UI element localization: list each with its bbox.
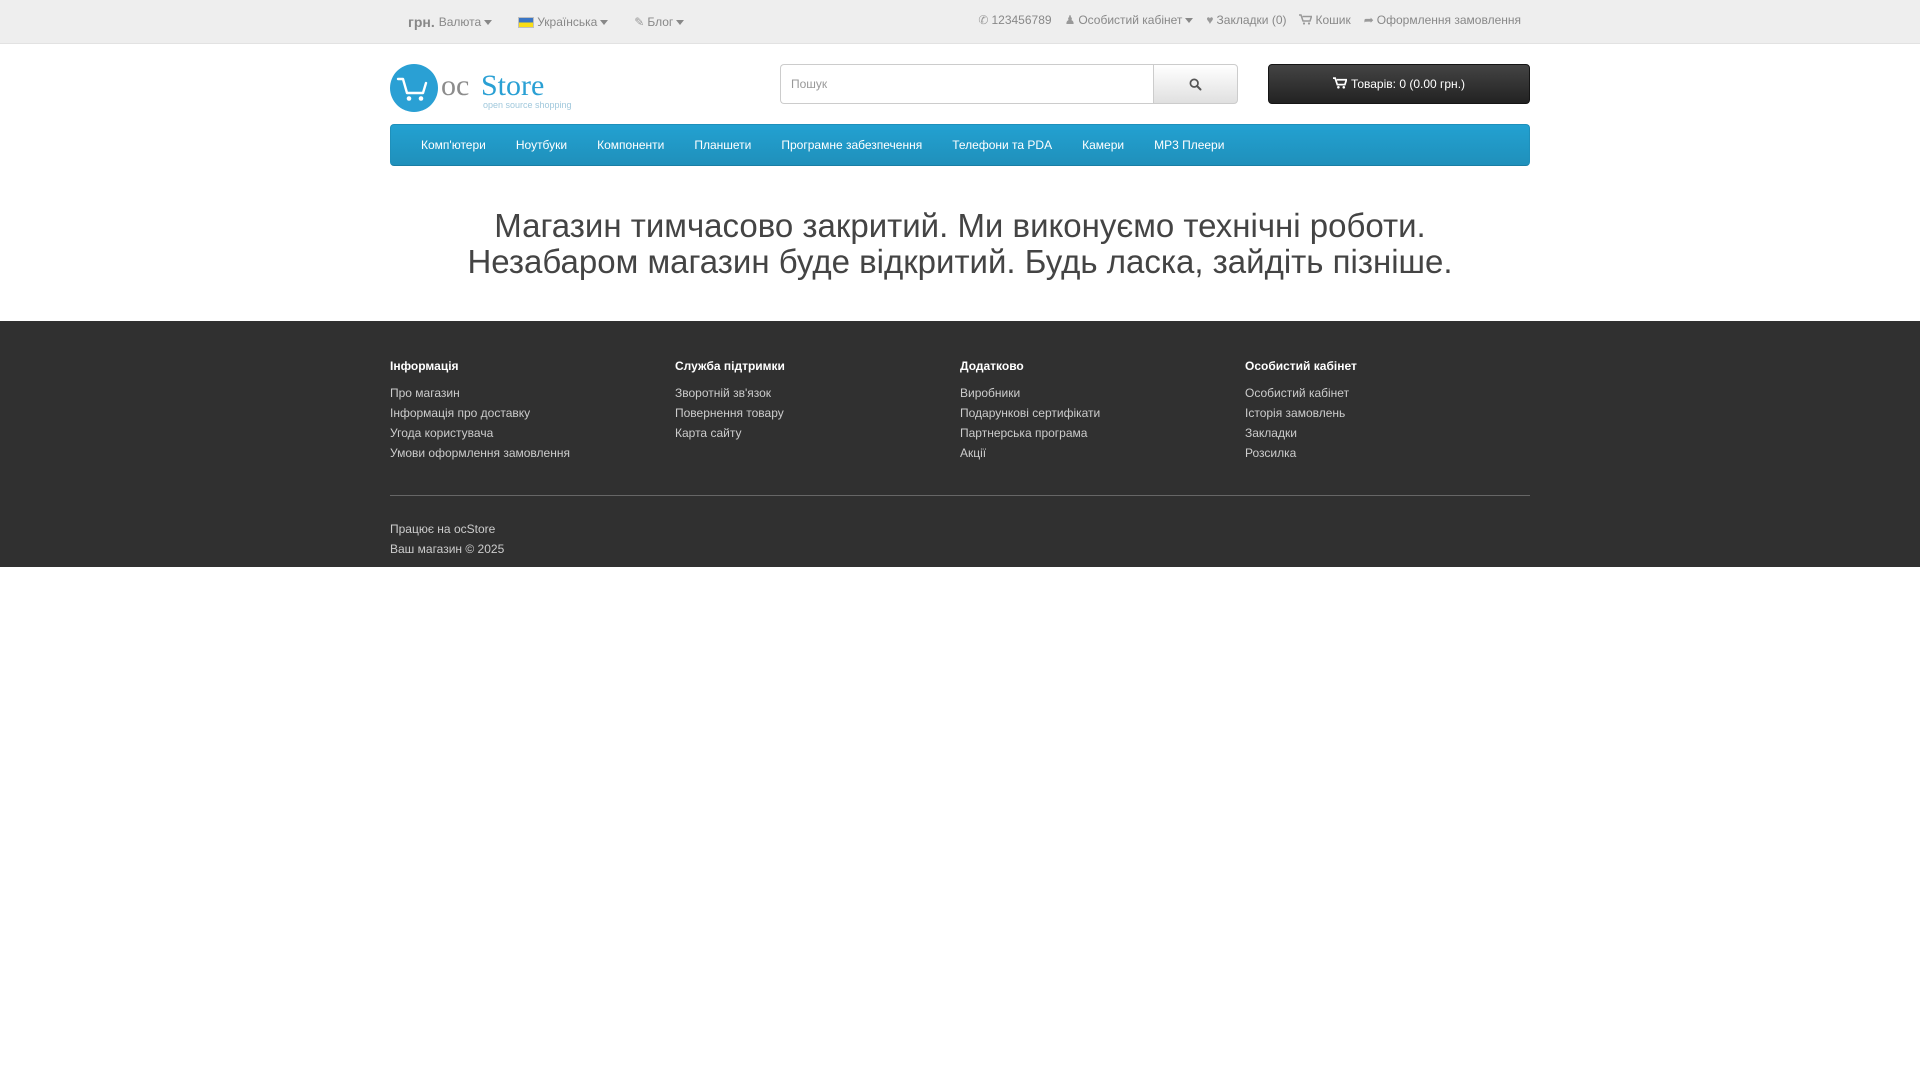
- cart-link[interactable]: Кошик: [1299, 13, 1351, 27]
- logo-text-store: Store: [481, 69, 544, 102]
- phone-link[interactable]: ✆ 123456789: [978, 13, 1051, 27]
- account-label: Особистий кабінет: [1078, 13, 1183, 27]
- footer-column-title: Особистий кабінет: [1245, 359, 1357, 373]
- store-logo[interactable]: oc Store open source shopping: [390, 63, 590, 115]
- language-dropdown[interactable]: Українська: [518, 15, 609, 29]
- checkout-link[interactable]: ➦ Оформлення замовлення: [1364, 13, 1521, 27]
- caret-down-icon: [600, 19, 609, 25]
- search-input[interactable]: [780, 64, 1153, 104]
- menu-item-tablets[interactable]: Планшети: [679, 125, 766, 165]
- blog-dropdown[interactable]: ✎ Блог: [634, 15, 685, 29]
- shopping-cart-icon: [1332, 76, 1348, 92]
- account-dropdown[interactable]: ♟ Особистий кабінет: [1065, 13, 1194, 27]
- menu-item-computers[interactable]: Комп'ютери: [406, 125, 501, 165]
- currency-label: Валюта: [438, 15, 482, 29]
- pencil-icon: ✎: [634, 15, 645, 29]
- footer-link[interactable]: Карта сайту: [675, 426, 741, 440]
- cart-button-label: Товарів: 0 (0.00 грн.): [1350, 77, 1466, 91]
- cart-button[interactable]: Товарів: 0 (0.00 грн.): [1268, 64, 1530, 104]
- phone-number: 123456789: [991, 13, 1052, 27]
- footer-link[interactable]: Інформація про доставку: [390, 406, 530, 420]
- ocstore-link[interactable]: ocStore: [454, 522, 495, 536]
- currency-dropdown[interactable]: грн. Валюта: [408, 14, 493, 30]
- share-icon: ➦: [1363, 13, 1374, 27]
- search-icon: [1189, 78, 1202, 90]
- menu-item-phones[interactable]: Телефони та PDA: [937, 125, 1067, 165]
- footer-column-account: Особистий кабінет Особистий кабінет Істо…: [1245, 359, 1530, 463]
- footer-link[interactable]: Історія замовлень: [1245, 406, 1345, 420]
- footer-link[interactable]: Зворотній зв'язок: [675, 386, 771, 400]
- user-icon: ♟: [1064, 13, 1076, 27]
- copyright: Ваш магазин © 2025: [390, 542, 505, 556]
- search-button[interactable]: [1153, 64, 1238, 104]
- logo-graphic: oc Store open source shopping: [390, 64, 572, 112]
- powered-by: Працює на ocStore Ваш магазин © 2025: [390, 519, 504, 559]
- caret-down-icon: [1185, 17, 1194, 23]
- menu-item-software[interactable]: Програмне забезпечення: [766, 125, 937, 165]
- caret-down-icon: [484, 19, 493, 25]
- caret-down-icon: [676, 19, 685, 25]
- footer-link[interactable]: Партнерська програма: [960, 426, 1087, 440]
- footer-link[interactable]: Про магазин: [390, 386, 460, 400]
- heart-icon: ♥: [1206, 13, 1214, 27]
- footer-column-support: Служба підтримки Зворотній зв'язок Повер…: [675, 359, 960, 463]
- shopping-cart-icon: [1299, 13, 1314, 27]
- blog-label: Блог: [647, 15, 674, 29]
- footer-column-title: Додатково: [960, 359, 1024, 373]
- footer-column-title: Служба підтримки: [675, 359, 785, 373]
- footer: Інформація Про магазин Інформація про до…: [0, 321, 1920, 567]
- footer-link[interactable]: Подарункові сертифікати: [960, 406, 1100, 420]
- footer-link[interactable]: Розсилка: [1245, 446, 1296, 460]
- top-bar: грн. Валюта Українська ✎ Блог ✆ 12345678…: [0, 0, 1920, 44]
- header: oc Store open source shopping Товарів: 0…: [0, 44, 1920, 166]
- footer-link[interactable]: Виробники: [960, 386, 1020, 400]
- language-label: Українська: [537, 15, 598, 29]
- search-bar: [780, 64, 1238, 104]
- powered-prefix: Працює на: [390, 522, 451, 536]
- footer-link[interactable]: Особистий кабінет: [1245, 386, 1349, 400]
- footer-link[interactable]: Угода користувача: [390, 426, 493, 440]
- footer-link[interactable]: Закладки: [1245, 426, 1297, 440]
- wishlist-link[interactable]: ♥ Закладки (0): [1206, 13, 1286, 27]
- footer-link[interactable]: Умови оформлення замовлення: [390, 446, 570, 460]
- ukraine-flag-icon: [518, 16, 535, 28]
- category-menu: Комп'ютери Ноутбуки Компоненти Планшети …: [390, 124, 1530, 166]
- menu-item-mp3[interactable]: MP3 Плеери: [1139, 125, 1239, 165]
- logo-text-oc: oc: [441, 69, 469, 102]
- footer-link[interactable]: Акції: [960, 446, 986, 460]
- footer-column-information: Інформація Про магазин Інформація про до…: [390, 359, 675, 463]
- checkout-label: Оформлення замовлення: [1376, 13, 1521, 27]
- currency-symbol: грн.: [408, 14, 435, 30]
- menu-item-components[interactable]: Компоненти: [582, 125, 679, 165]
- wishlist-label: Закладки (0): [1216, 13, 1287, 27]
- footer-divider: [390, 495, 1530, 496]
- footer-column-extras: Додатково Виробники Подарункові сертифік…: [960, 359, 1245, 463]
- footer-link[interactable]: Повернення товару: [675, 406, 784, 420]
- menu-item-laptops[interactable]: Ноутбуки: [501, 125, 582, 165]
- maintenance-line-1: Магазин тимчасово закритий. Ми виконуємо…: [494, 207, 1426, 244]
- footer-column-title: Інформація: [390, 359, 459, 373]
- logo-tagline: open source shopping: [483, 100, 572, 110]
- menu-item-cameras[interactable]: Камери: [1067, 125, 1139, 165]
- phone-icon: ✆: [978, 13, 989, 27]
- maintenance-line-2: Незабаром магазин буде відкритий. Будь л…: [467, 243, 1453, 280]
- cart-label: Кошик: [1315, 13, 1351, 27]
- maintenance-message: Магазин тимчасово закритий. Ми виконуємо…: [0, 166, 1920, 321]
